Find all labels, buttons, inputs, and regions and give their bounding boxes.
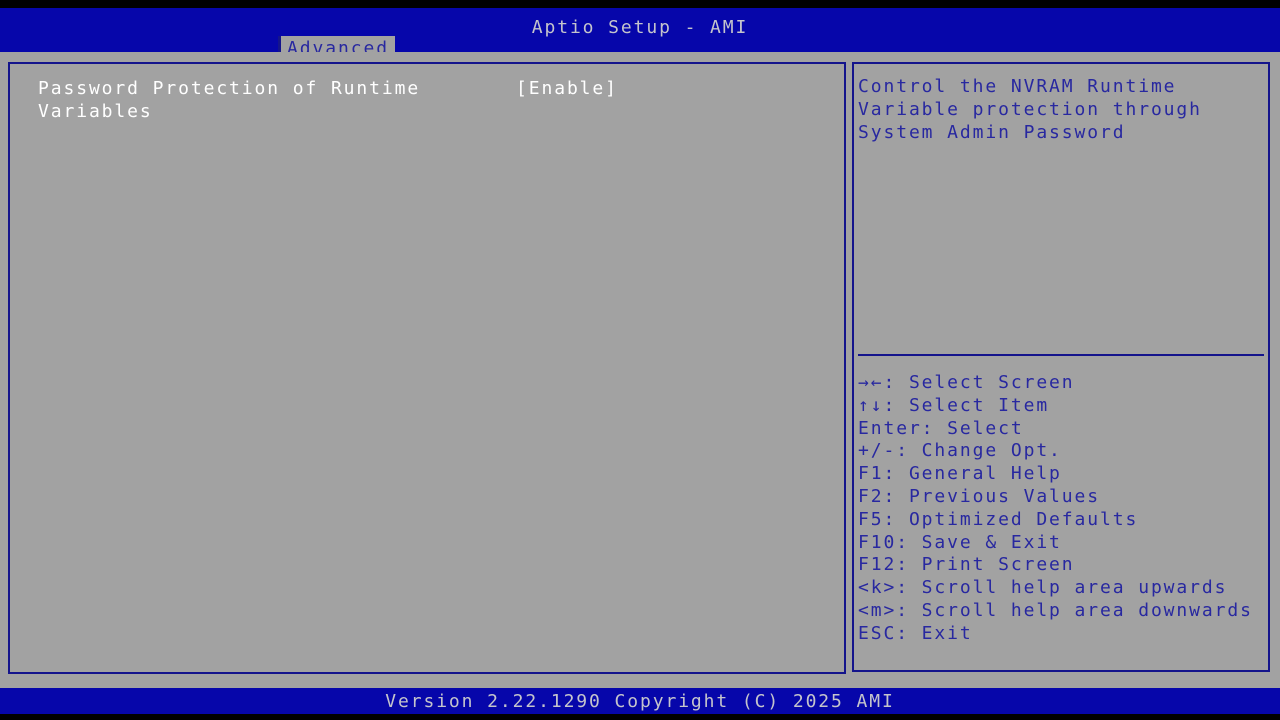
settings-panel: Password Protection of Runtime Variables… xyxy=(8,62,846,674)
help-divider xyxy=(858,354,1264,356)
help-description-line: Control the NVRAM Runtime xyxy=(858,76,1258,99)
footer-bar: Version 2.22.1290 Copyright (C) 2025 AMI xyxy=(0,688,1280,714)
page-title: Aptio Setup - AMI xyxy=(0,17,1280,38)
key-legend-line: F5: Optimized Defaults xyxy=(858,509,1266,532)
key-legend-line: Enter: Select xyxy=(858,418,1266,441)
key-legend-line: <k>: Scroll help area upwards xyxy=(858,577,1266,600)
key-legend-line: ESC: Exit xyxy=(858,623,1266,646)
version-copyright-text: Version 2.22.1290 Copyright (C) 2025 AMI xyxy=(385,691,894,712)
bios-setup-screen: { "header": { "title": "Aptio Setup - AM… xyxy=(0,0,1280,720)
key-legend-line: F2: Previous Values xyxy=(858,486,1266,509)
help-description-line: Variable protection through xyxy=(858,99,1258,122)
key-legend-line: +/-: Change Opt. xyxy=(858,440,1266,463)
header-bar: Aptio Setup - AMI Advanced xyxy=(0,8,1280,52)
help-description: Control the NVRAM Runtime Variable prote… xyxy=(858,76,1258,144)
setting-label: Password Protection of Runtime Variables xyxy=(38,78,488,124)
key-legend-line: ↑↓: Select Item xyxy=(858,395,1266,418)
key-legend-line: F12: Print Screen xyxy=(858,554,1266,577)
key-legend: →←: Select Screen ↑↓: Select Item Enter:… xyxy=(858,372,1266,646)
key-legend-line: F10: Save & Exit xyxy=(858,532,1266,555)
key-legend-line: F1: General Help xyxy=(858,463,1266,486)
help-description-line: System Admin Password xyxy=(858,122,1258,145)
key-legend-line: →←: Select Screen xyxy=(858,372,1266,395)
setting-value[interactable]: [Enable] xyxy=(516,78,618,101)
help-panel: Control the NVRAM Runtime Variable prote… xyxy=(852,62,1270,672)
key-legend-line: <m>: Scroll help area downwards xyxy=(858,600,1266,623)
